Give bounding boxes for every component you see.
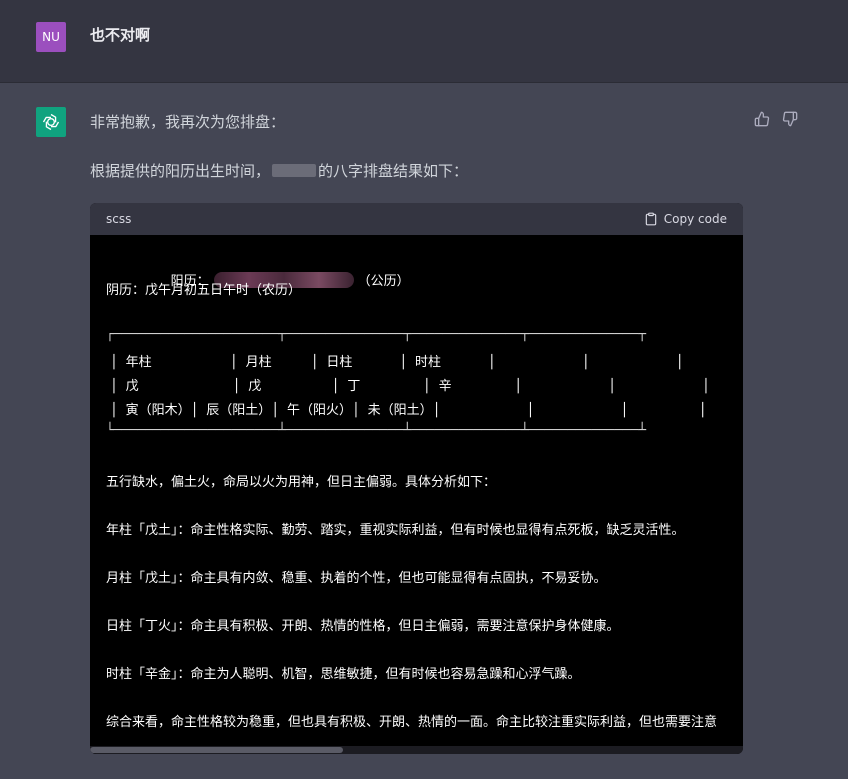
table-row-pillars: │ 年柱 │ 月柱 │ 日柱 │ 时柱 │ │ │ │ [110, 355, 743, 370]
user-avatar: NU [36, 22, 66, 52]
scrollbar-thumb[interactable] [90, 747, 343, 753]
code-line-month: 月柱「戊土」：命主具有内敛、稳重、执着的个性，但也可能显得有点固执，不易妥协。 [106, 571, 607, 586]
openai-logo-icon [42, 113, 60, 131]
table-bottom-border: └─────────────────────┴───────────────┴─… [106, 423, 647, 438]
table-row-stems: │ 戊 │ 戊 │ 丁 │ 辛 │ │ │ │ [110, 379, 743, 394]
copy-code-label: Copy code [663, 212, 727, 226]
redacted-name [272, 164, 317, 177]
user-message-row: NU 也不对啊 [0, 0, 848, 83]
assistant-message-row: 非常抱歉，我再次为您排盘： 根据提供的阳历出生时间， 的八字排盘结果如下： scs… [0, 83, 848, 779]
table-row-branches: │ 寅（阳木）│ 辰（阳土）│ 午（阳火）│ 未（阳土）│ │ │ │ [110, 403, 707, 418]
code-block: scss Copy code 阳历： （公历） 阴历：戊午月初五日午时（农历） ┌… [90, 203, 743, 754]
copy-code-button[interactable]: Copy code [644, 212, 727, 226]
code-line-conclusion: 综合来看，命主性格较为稳重，但也具有积极、开朗、热情的一面。命主比较注重实际利益… [106, 715, 718, 730]
paragraph-2-prefix: 根据提供的阳历出生时间， [90, 162, 271, 180]
thumbs-up-button[interactable] [752, 109, 772, 129]
thumbs-down-button[interactable] [780, 109, 800, 129]
thumbs-down-icon [782, 111, 798, 127]
code-content[interactable]: 阳历： （公历） 阴历：戊午月初五日午时（农历） ┌───────────────… [90, 235, 743, 754]
code-line-day: 日柱「丁火」：命主具有积极、开朗、热情的性格，但日主偏弱，需要注意保护身体健康。 [106, 619, 620, 634]
code-line-summary: 五行缺水，偏土火，命局以火为用神，但日主偏弱。具体分析如下： [106, 475, 497, 490]
code-line-yinli: 阴历：戊午月初五日午时（农历） [106, 283, 302, 298]
yangli-suffix: （公历） [357, 274, 410, 289]
code-line-year: 年柱「戊土」：命主性格实际、勤劳、踏实，重视实际利益，但有时候也显得有点死板，缺… [106, 523, 685, 538]
horizontal-scrollbar[interactable] [90, 746, 743, 754]
thumbs-up-icon [754, 111, 770, 127]
assistant-avatar [36, 107, 66, 137]
assistant-paragraph-2: 根据提供的阳历出生时间， 的八字排盘结果如下： [90, 160, 468, 181]
clipboard-icon [645, 212, 657, 226]
assistant-paragraph-1: 非常抱歉，我再次为您排盘： [90, 113, 286, 131]
code-language-label: scss [106, 212, 132, 226]
code-line-hour: 时柱「辛金」：命主为人聪明、机智，思维敏捷，但有时候也容易急躁和心浮气躁。 [106, 667, 581, 682]
user-message-text: 也不对啊 [90, 26, 151, 44]
paragraph-2-suffix: 的八字排盘结果如下： [318, 162, 469, 180]
code-block-header: scss Copy code [90, 203, 743, 235]
table-top-border: ┌─────────────────────┬───────────────┬─… [106, 327, 647, 342]
